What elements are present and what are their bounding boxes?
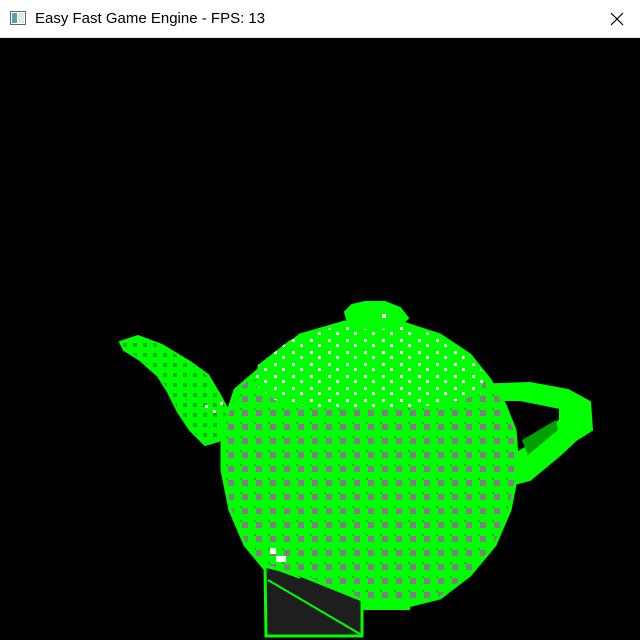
app-window-icon xyxy=(10,11,26,25)
teapot-spout xyxy=(118,334,230,447)
teapot-lid xyxy=(343,301,410,329)
app-window: Easy Fast Game Engine - FPS: 13 xyxy=(0,0,640,640)
render-viewport[interactable] xyxy=(0,38,640,640)
teapot-render xyxy=(118,301,594,638)
close-button[interactable] xyxy=(594,0,640,37)
close-icon xyxy=(610,12,624,26)
window-title: Easy Fast Game Engine - FPS: 13 xyxy=(35,10,266,27)
title-bar[interactable]: Easy Fast Game Engine - FPS: 13 xyxy=(0,0,640,38)
